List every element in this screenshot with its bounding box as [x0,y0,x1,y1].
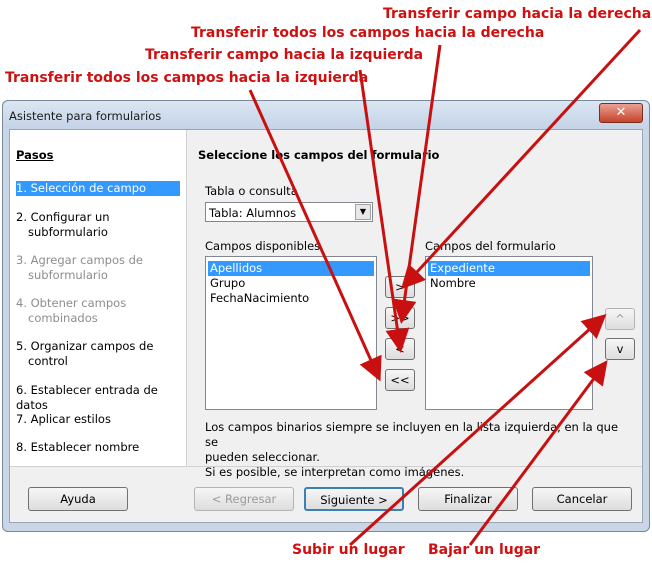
annotation-right-one: Transferir campo hacia la derecha [383,6,652,22]
arrow-right-one [400,28,642,290]
arrow-up [348,313,607,547]
annotation-right-all: Transferir todos los campos hacia la der… [191,25,545,41]
annotation-down: Bajar un lugar [428,542,541,558]
annotation-left-one: Transferir campo hacia la izquierda [145,47,424,63]
annotation-left-all: Transferir todos los campos hacia la izq… [5,70,369,86]
arrow-down [468,360,608,546]
arrow-left-all [248,89,382,382]
annotation-up: Subir un lugar [292,542,405,558]
arrow-left-one [358,69,410,353]
arrow-right-all [392,44,442,324]
